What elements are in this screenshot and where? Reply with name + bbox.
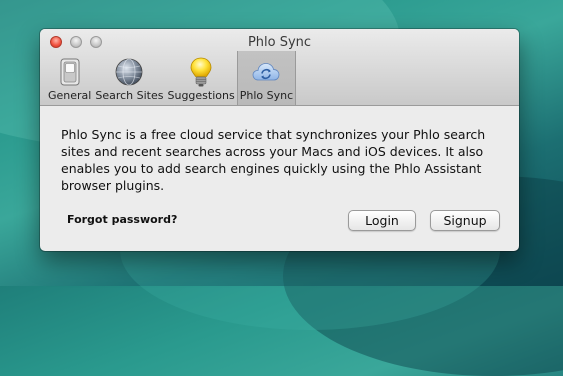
cloud-sync-icon (253, 63, 280, 81)
tab-phlo-sync[interactable]: Phlo Sync (236, 51, 297, 105)
lightbulb-icon (190, 57, 212, 87)
tab-label: General (48, 89, 92, 102)
forgot-password-link[interactable]: Forgot password? (67, 213, 177, 226)
tab-label: Phlo Sync (239, 89, 294, 102)
tab-search-sites[interactable]: Search Sites (93, 51, 165, 105)
tab-general[interactable]: General (46, 51, 93, 105)
tab-label: Suggestions (167, 89, 235, 102)
window-title: Phlo Sync (247, 35, 312, 50)
title-bar: Phlo Sync General Search Sites Suggestio… (40, 29, 519, 106)
login-button[interactable]: Login (348, 210, 416, 231)
preferences-toolbar: General Search Sites Suggestions Phlo Sy… (46, 51, 297, 105)
tab-label: Search Sites (95, 89, 164, 102)
signup-button[interactable]: Signup (430, 210, 500, 231)
globe-icon (116, 58, 143, 86)
sync-description: Phlo Sync is a free cloud service that s… (61, 127, 486, 193)
switch-icon (60, 58, 80, 86)
tab-suggestions[interactable]: Suggestions (166, 51, 237, 105)
preferences-window: Phlo Sync General Search Sites Suggestio… (40, 29, 519, 251)
